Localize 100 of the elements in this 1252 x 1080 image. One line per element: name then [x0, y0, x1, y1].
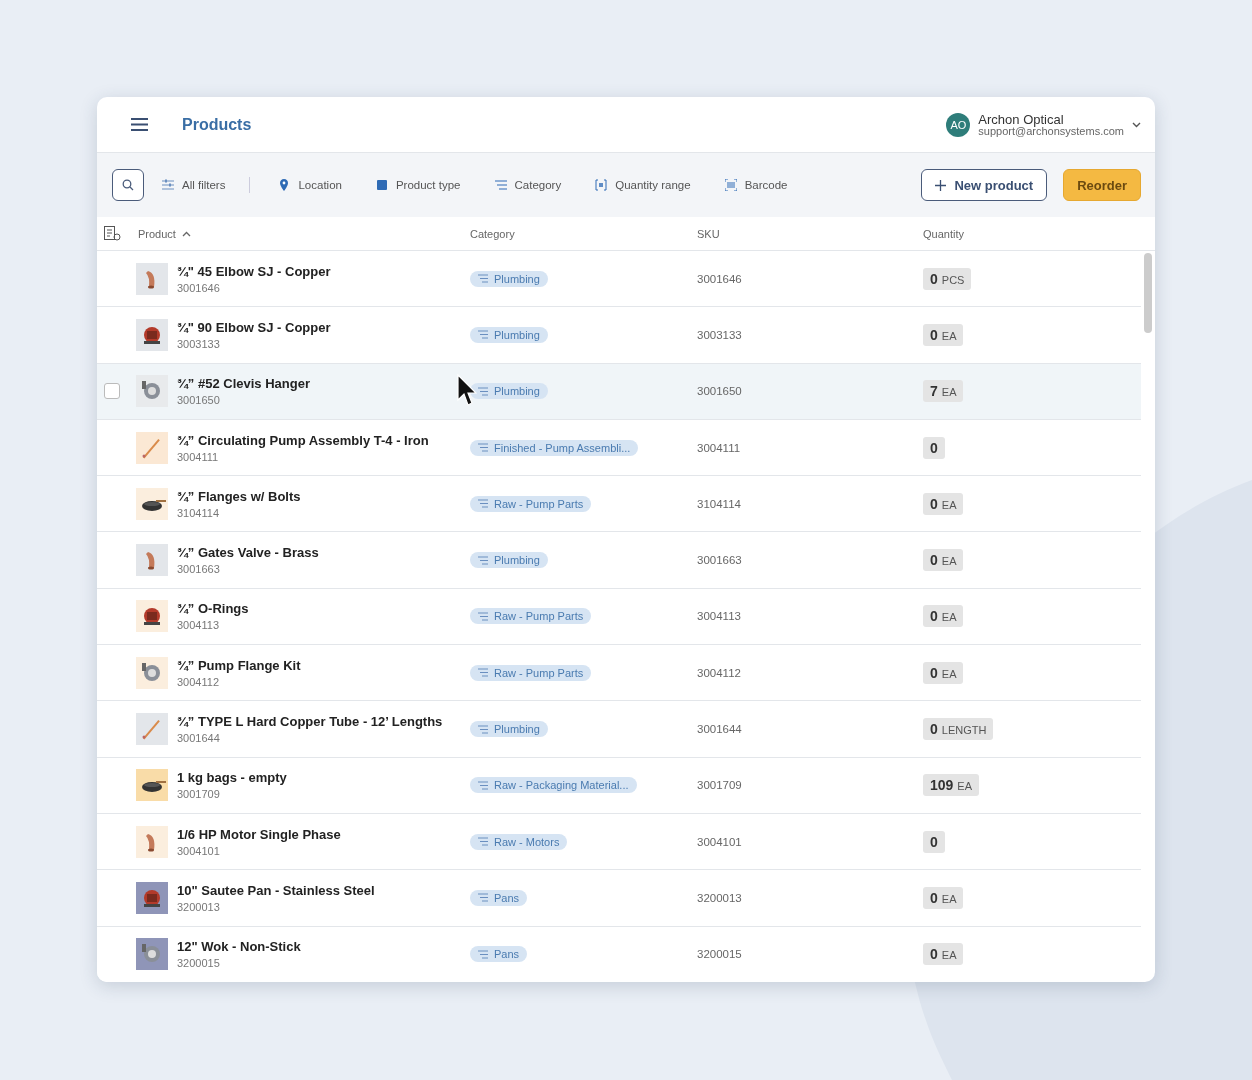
search-button[interactable] [112, 169, 144, 201]
product-code: 3004112 [177, 675, 220, 688]
sku-cell-text: 3104114 [697, 497, 742, 510]
list-icon [478, 949, 488, 959]
product-code: 3104114 [177, 506, 220, 519]
list-icon [478, 780, 488, 790]
search-icon [122, 179, 134, 191]
category-tag: Finished - Pump Assembli... [470, 439, 639, 456]
sku-cell-text: 3001644 [697, 723, 743, 735]
product-code: 3004111 [177, 450, 220, 463]
product-name: ¾” #52 Clevis Hanger [177, 376, 311, 392]
product-name: ¾” TYPE L Hard Copper Tube - 12’ Lengths [177, 714, 444, 729]
sku-cell-text: 3004111 [697, 441, 742, 454]
list-icon [478, 555, 488, 565]
table-row[interactable]: ¾” Flanges w/ Bolts 3104114 Raw - Pump Parts 3104114 0 EA [97, 476, 1141, 533]
category-tag: Raw - Motors [470, 833, 568, 850]
quantity-badge: 0 LENGTH [923, 718, 994, 740]
category-tag: Raw - Pump Parts [470, 495, 592, 512]
category-tag: Plumbing [470, 552, 548, 569]
product-name: 1 kg bags - empty [177, 770, 288, 786]
sku-cell-text: 3001646 [697, 272, 743, 285]
product-code: 3001650 [177, 394, 221, 407]
sku-cell-text: 3004113 [697, 610, 742, 623]
scrollbar[interactable] [1144, 253, 1152, 333]
product-code: 3001644 [177, 732, 221, 744]
column-header[interactable]: Category [470, 227, 697, 240]
product-name: 10" Sautee Pan - Stainless Steel [177, 882, 376, 898]
category-tag: Pans [470, 946, 528, 963]
product-code: 3004101 [177, 844, 221, 857]
list-icon [478, 330, 488, 340]
chevron-down-icon[interactable] [1132, 121, 1141, 128]
quantity-badge: 109 EA [923, 774, 980, 797]
reorder-button[interactable]: Reorder [1063, 169, 1141, 201]
product-code: 3200013 [177, 900, 221, 913]
filter-button[interactable]: Category [494, 179, 562, 191]
list-icon [478, 386, 488, 396]
column-header[interactable]: Quantity [923, 227, 1155, 240]
category-tag: Raw - Pump Parts [470, 664, 592, 681]
pin-icon [278, 179, 291, 191]
table-row[interactable]: ¾” O-Rings 3004113 Raw - Pump Parts 3004113 0 EA [97, 588, 1141, 646]
product-code: 3003133 [177, 337, 221, 350]
sku-cell-text: 3001663 [697, 554, 743, 567]
quantity-badge: 0 EA [923, 661, 964, 684]
product-code: 3001663 [177, 563, 221, 576]
sku-cell-text: 3200015 [697, 948, 743, 961]
quantity-badge: 0 [923, 436, 945, 459]
sku-cell-text: 3001650 [697, 385, 743, 398]
table-row[interactable]: 12" Wok - Non-Stick 3200015 Pans 3200015 0 EA [97, 926, 1141, 982]
table-row[interactable]: ¾” Pump Flange Kit 3004112 Raw - Pump Parts 3004112 0 EA [97, 645, 1141, 702]
sku-cell-text: 3200013 [697, 891, 743, 904]
filter-button[interactable]: Product type [375, 179, 461, 191]
table-row[interactable]: ¾” Circulating Pump Assembly T-4 - Iron 3004111 Finished - Pump Assembli... 3004111 0 [97, 419, 1141, 477]
category-tag: Pans [470, 889, 528, 906]
product-code: 3200015 [177, 957, 221, 970]
list-icon [478, 724, 488, 734]
quantity-badge: 0 EA [923, 323, 964, 346]
category-tag: Raw - Pump Parts [470, 608, 592, 625]
table-row[interactable]: 1 kg bags - empty 3001709 Raw - Packaging Material... 3001709 109 EA [97, 757, 1141, 814]
product-code: 3001646 [177, 281, 221, 294]
table-row[interactable]: 1/6 HP Motor Single Phase 3004101 Raw - Motors 3004101 0 [97, 813, 1141, 871]
table-row[interactable]: 10" Sautee Pan - Stainless Steel 3200013 Pans 3200013 0 EA [97, 870, 1141, 927]
product-name: ¾” Gates Valve - Brass [177, 545, 320, 561]
quantity-badge: 0 EA [923, 943, 964, 966]
filter-button[interactable]: All filters [162, 179, 226, 191]
table-row[interactable]: ¾” TYPE L Hard Copper Tube - 12’ Lengths 3001644 Plumbing 3001644 0 LENGTH [97, 701, 1141, 758]
quantity-badge: 0 EA [923, 549, 964, 572]
table-row[interactable]: ¾” Gates Valve - Brass 3001663 Plumbing 3001663 0 EA [97, 532, 1141, 589]
quantity-badge: 7 EA [923, 380, 964, 403]
sliders-icon [162, 179, 174, 191]
list-icon [478, 611, 488, 621]
quantity-badge: 0 EA [923, 492, 964, 515]
filter-button[interactable]: Quantity range [595, 179, 691, 191]
row-checkbox[interactable] [104, 383, 120, 400]
account-name: Archon Optical [978, 112, 1065, 126]
table-row[interactable]: ¾" 90 Elbow SJ - Copper 3003133 Plumbing 3003133 0 EA [97, 307, 1141, 364]
list-icon [478, 274, 488, 284]
plus-icon [935, 179, 947, 191]
filter-button[interactable]: Location [278, 179, 342, 191]
sku-cell-text: 3004112 [697, 666, 742, 679]
category-tag: Plumbing [470, 326, 548, 343]
list-icon [478, 668, 488, 678]
new-product-button[interactable]: New product [921, 169, 1048, 201]
sku-cell-text: 3004101 [697, 835, 743, 848]
column-header[interactable]: Product [138, 227, 470, 240]
product-name: 12" Wok - Non-Stick [177, 939, 302, 955]
quantity-badge: 0 EA [923, 886, 964, 909]
filter-button[interactable]: Barcode [724, 179, 788, 191]
product-name: ¾" 45 Elbow SJ - Copper [177, 263, 332, 279]
column-header[interactable]: SKU [697, 227, 923, 240]
account-avatar[interactable]: AO [946, 112, 971, 137]
table-row[interactable]: ¾” #52 Clevis Hanger 3001650 Plumbing 3001650 7 EA [97, 363, 1141, 420]
menu-icon[interactable] [131, 118, 148, 131]
product-code: 3001709 [177, 788, 221, 801]
product-name: ¾” Flanges w/ Bolts [177, 488, 302, 504]
sku-cell-text: 3001709 [697, 779, 743, 792]
product-code: 3004113 [177, 619, 220, 632]
list-icon [478, 443, 488, 453]
category-tag: Plumbing [470, 383, 548, 400]
table-row[interactable]: ¾" 45 Elbow SJ - Copper 3001646 Plumbing 3001646 0 PCS [97, 251, 1141, 308]
quantity-badge: 0 PCS [923, 267, 972, 290]
